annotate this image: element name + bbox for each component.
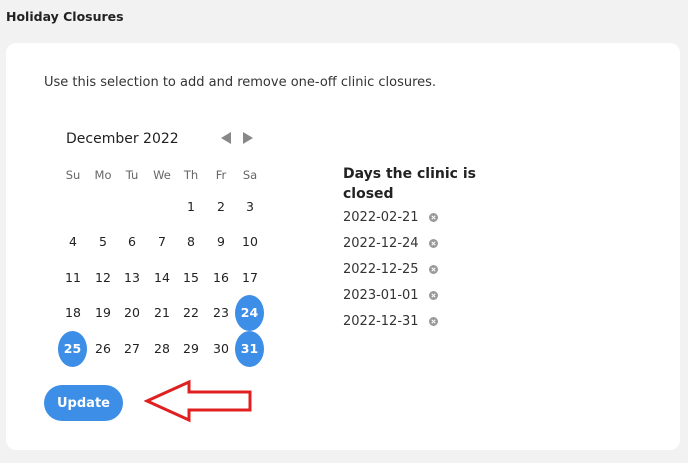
previous-month-icon[interactable]: [220, 131, 232, 145]
weekday-label: Th: [183, 168, 199, 182]
remove-date-icon[interactable]: [428, 212, 438, 222]
next-month-icon[interactable]: [242, 131, 254, 145]
closed-date-item: 2022-02-21: [343, 208, 438, 226]
weekday-label: We: [153, 168, 171, 182]
weekday-label: Tu: [125, 168, 139, 182]
calendar-day[interactable]: 3: [235, 192, 265, 222]
calendar-day[interactable]: 9: [206, 227, 236, 257]
calendar-day[interactable]: 11: [58, 263, 88, 293]
red-arrow-annotation: [144, 379, 252, 423]
calendar-day[interactable]: 30: [206, 334, 236, 364]
calendar-day[interactable]: 27: [117, 334, 147, 364]
calendar-day[interactable]: 13: [117, 263, 147, 293]
calendar-day[interactable]: 18: [58, 298, 88, 328]
update-button[interactable]: Update: [44, 385, 123, 421]
weekday-label: Su: [65, 168, 81, 182]
remove-date-icon[interactable]: [428, 238, 438, 248]
calendar-day[interactable]: 21: [147, 298, 177, 328]
weekday-label: Sa: [242, 168, 258, 182]
intro-text: Use this selection to add and remove one…: [44, 75, 437, 90]
closed-date-item: 2023-01-01: [343, 286, 438, 304]
calendar-day[interactable]: 15: [176, 263, 206, 293]
calendar-day[interactable]: 8: [176, 227, 206, 257]
calendar-day[interactable]: 6: [117, 227, 147, 257]
closed-date-item: 2022-12-25: [343, 260, 438, 278]
remove-date-icon[interactable]: [428, 316, 438, 326]
calendar-day[interactable]: 23: [206, 298, 236, 328]
calendar-day[interactable]: 22: [176, 298, 206, 328]
calendar-month-label: December 2022: [66, 131, 179, 147]
calendar-day[interactable]: 12: [88, 263, 118, 293]
holiday-closures-card: Use this selection to add and remove one…: [6, 43, 680, 450]
closed-date-text: 2022-12-25: [343, 261, 419, 277]
closed-date-text: 2022-12-24: [343, 235, 419, 251]
closed-days-title: Days the clinic is closed: [343, 166, 476, 202]
calendar-day[interactable]: 10: [235, 227, 265, 257]
calendar-day[interactable]: 2: [206, 192, 236, 222]
closed-date-text: 2022-12-31: [343, 313, 419, 329]
calendar-day-selected[interactable]: 24: [235, 295, 264, 331]
remove-date-icon[interactable]: [428, 264, 438, 274]
calendar-day[interactable]: 20: [117, 298, 147, 328]
calendar-day[interactable]: 17: [235, 263, 265, 293]
closed-date-item: 2022-12-24: [343, 234, 438, 252]
closed-date-text: 2022-02-21: [343, 209, 419, 225]
calendar-day[interactable]: 4: [58, 227, 88, 257]
calendar-day[interactable]: 7: [147, 227, 177, 257]
calendar-day[interactable]: 1: [176, 192, 206, 222]
calendar-day[interactable]: 26: [88, 334, 118, 364]
calendar-day-selected[interactable]: 31: [235, 331, 264, 367]
calendar-day[interactable]: 5: [88, 227, 118, 257]
closed-date-text: 2023-01-01: [343, 287, 419, 303]
calendar-day[interactable]: 29: [176, 334, 206, 364]
section-title: Holiday Closures: [6, 9, 124, 24]
weekday-label: Mo: [94, 168, 112, 182]
calendar-day[interactable]: 28: [147, 334, 177, 364]
calendar-day[interactable]: 19: [88, 298, 118, 328]
weekday-label: Fr: [215, 168, 227, 182]
closed-date-item: 2022-12-31: [343, 312, 438, 330]
calendar-day[interactable]: 14: [147, 263, 177, 293]
calendar-day-selected[interactable]: 25: [58, 331, 87, 367]
calendar-day[interactable]: 16: [206, 263, 236, 293]
remove-date-icon[interactable]: [428, 290, 438, 300]
